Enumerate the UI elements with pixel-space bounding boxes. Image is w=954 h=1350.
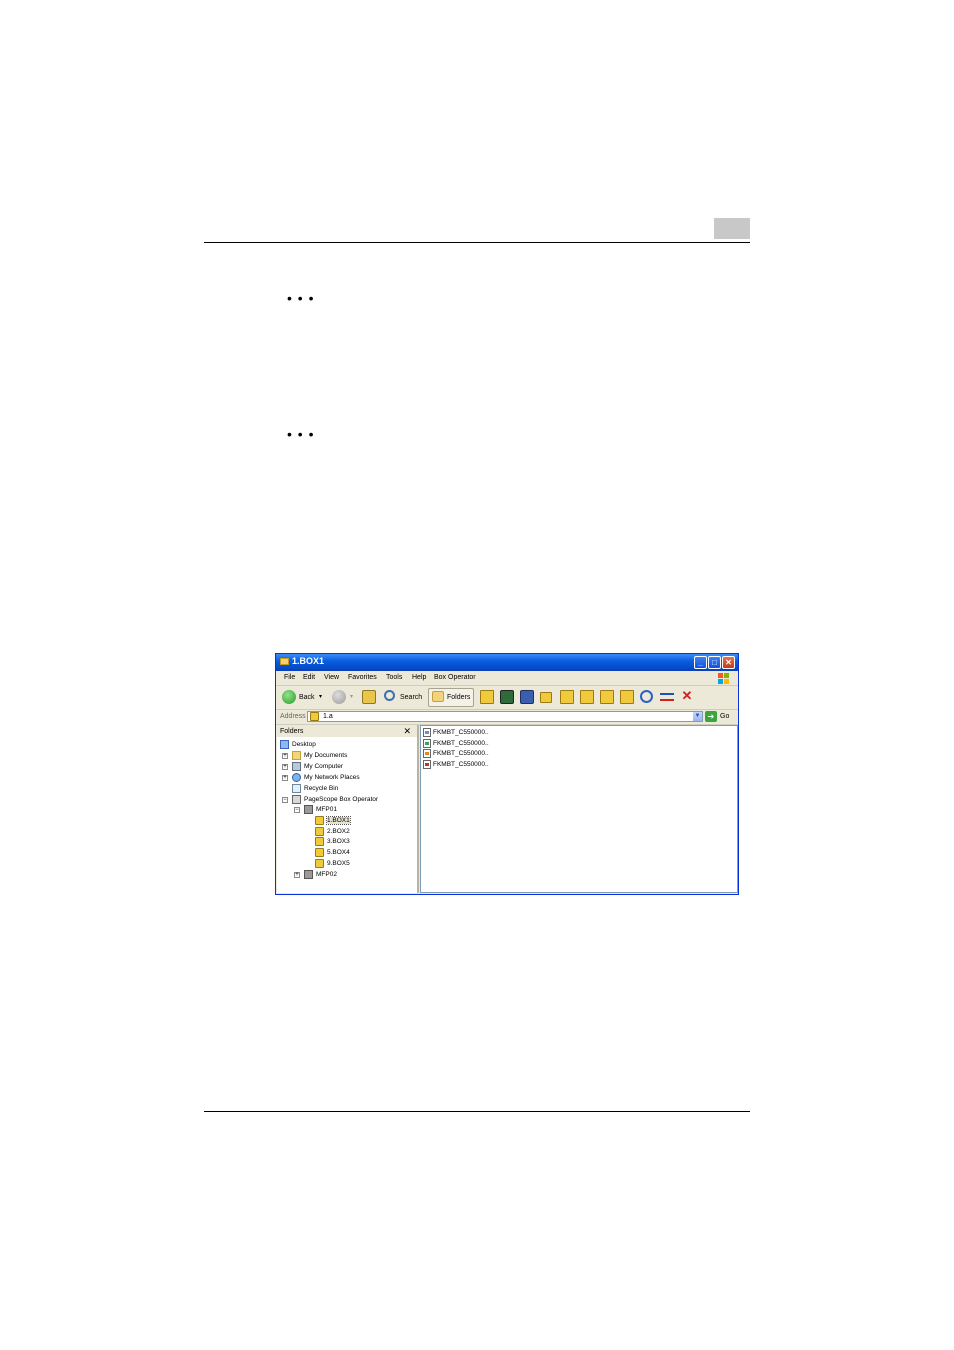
file-name: FKMBT_C550000.. bbox=[433, 729, 489, 736]
folders-pane-title: Folders bbox=[280, 728, 304, 735]
windows-logo-icon bbox=[718, 673, 730, 684]
minimize-button[interactable]: _ bbox=[694, 656, 707, 669]
tree-item-label: 1.BOX1 bbox=[326, 816, 351, 825]
mfp-icon bbox=[304, 805, 313, 814]
tree-item-label: 9.BOX5 bbox=[327, 860, 350, 867]
menu-tools[interactable]: Tools bbox=[386, 674, 402, 681]
document-icon bbox=[423, 749, 431, 758]
box-move-icon[interactable] bbox=[620, 690, 634, 704]
back-button-label[interactable]: Back bbox=[299, 694, 315, 701]
box-import-icon[interactable] bbox=[560, 690, 574, 704]
forward-dropdown-icon[interactable]: ▾ bbox=[350, 693, 353, 700]
menu-favorites[interactable]: Favorites bbox=[348, 674, 377, 681]
app-icon bbox=[292, 795, 301, 804]
expand-icon[interactable]: + bbox=[294, 872, 300, 878]
file-list-pane: FKMBT_C550000.. FKMBT_C550000.. FKMBT_C5… bbox=[420, 725, 738, 893]
chapter-tab bbox=[714, 218, 750, 239]
address-value: 1.a bbox=[323, 713, 333, 720]
box-icon[interactable] bbox=[480, 690, 494, 704]
tree-item-label: My Network Places bbox=[304, 774, 360, 781]
menu-edit[interactable]: Edit bbox=[303, 674, 315, 681]
search-button-label[interactable]: Search bbox=[400, 694, 422, 701]
file-name: FKMBT_C550000.. bbox=[433, 750, 489, 757]
box-icon bbox=[315, 859, 324, 868]
box-icon bbox=[310, 712, 319, 721]
go-arrow-icon[interactable]: ➔ bbox=[705, 711, 717, 722]
tree-item-label: Desktop bbox=[292, 741, 316, 748]
tree-item-label: MFP01 bbox=[316, 806, 337, 813]
delete-icon[interactable]: ✕ bbox=[680, 689, 694, 703]
back-dropdown-icon[interactable]: ▾ bbox=[319, 693, 322, 700]
recycle-bin-icon bbox=[292, 784, 301, 793]
toolbar: Back ▾ ▾ Search Folders ✕ bbox=[276, 686, 738, 710]
close-icon[interactable]: ✕ bbox=[403, 726, 411, 737]
address-dropdown-icon[interactable]: ▼ bbox=[693, 712, 702, 721]
save-icon[interactable] bbox=[520, 690, 534, 704]
box-icon bbox=[315, 827, 324, 836]
step-marker-2: • • • bbox=[287, 426, 315, 442]
search-icon[interactable] bbox=[384, 690, 395, 701]
window-title: 1.BOX1 bbox=[292, 656, 325, 666]
forward-arrow-icon[interactable] bbox=[332, 690, 346, 704]
mfp-icon bbox=[304, 870, 313, 879]
address-field[interactable]: 1.a ▼ bbox=[307, 711, 703, 722]
folders-button[interactable]: Folders bbox=[428, 688, 474, 707]
tree-item-label: Recycle Bin bbox=[304, 785, 339, 792]
folders-button-label: Folders bbox=[447, 694, 471, 701]
title-bar[interactable]: 1.BOX1 _ □ ✕ bbox=[276, 654, 738, 671]
collapse-icon[interactable]: − bbox=[282, 797, 288, 803]
maximize-button[interactable]: □ bbox=[708, 656, 721, 669]
image-file-icon bbox=[423, 739, 431, 748]
close-button[interactable]: ✕ bbox=[722, 656, 735, 669]
transfer-arrows-icon[interactable] bbox=[660, 690, 674, 704]
computer-icon bbox=[292, 762, 301, 771]
tree-item-label: My Computer bbox=[304, 763, 344, 770]
step-marker-1: • • • bbox=[287, 290, 315, 306]
box-export-icon[interactable] bbox=[580, 690, 594, 704]
collapse-icon[interactable]: − bbox=[294, 807, 300, 813]
address-bar: Address 1.a ▼ ➔ Go bbox=[276, 710, 738, 725]
refresh-icon[interactable] bbox=[640, 690, 653, 703]
preview-icon[interactable] bbox=[500, 690, 514, 704]
tree-item-label: My Documents bbox=[304, 752, 348, 759]
menu-file[interactable]: File bbox=[284, 674, 295, 681]
pdf-file-icon bbox=[423, 760, 431, 769]
menu-view[interactable]: View bbox=[324, 674, 339, 681]
box-icon bbox=[315, 837, 324, 846]
folders-pane-header: Folders ✕ bbox=[277, 725, 417, 737]
file-name: FKMBT_C550000.. bbox=[433, 761, 489, 768]
desktop-icon bbox=[280, 740, 289, 749]
menu-bar: File Edit View Favorites Tools Help Box … bbox=[276, 672, 738, 686]
expand-icon[interactable]: + bbox=[282, 775, 288, 781]
expand-icon[interactable]: + bbox=[282, 753, 288, 759]
box-icon bbox=[315, 816, 324, 825]
box-icon bbox=[315, 848, 324, 857]
box-settings-icon[interactable] bbox=[540, 692, 552, 703]
folder-icon bbox=[432, 691, 444, 702]
tree-item-label: 3.BOX3 bbox=[327, 838, 350, 845]
back-arrow-icon[interactable] bbox=[282, 690, 296, 704]
folder-icon bbox=[292, 751, 301, 760]
footer-rule bbox=[204, 1111, 750, 1112]
folders-pane: Folders ✕ Desktop + My Documents + My Co… bbox=[277, 725, 419, 893]
document-icon bbox=[423, 728, 431, 737]
network-icon bbox=[292, 773, 301, 782]
up-folder-icon[interactable] bbox=[362, 690, 376, 704]
folder-icon bbox=[280, 658, 289, 665]
menu-help[interactable]: Help bbox=[412, 674, 426, 681]
box-copy-icon[interactable] bbox=[600, 690, 614, 704]
file-name: FKMBT_C550000.. bbox=[433, 740, 489, 747]
menu-box-operator[interactable]: Box Operator bbox=[434, 674, 476, 681]
address-label: Address bbox=[280, 713, 306, 720]
tree-item-label: 2.BOX2 bbox=[327, 828, 350, 835]
tree-item-label: PageScope Box Operator bbox=[304, 796, 379, 803]
header-rule bbox=[204, 242, 750, 243]
explorer-window: 1.BOX1 _ □ ✕ File Edit View Favorites To… bbox=[275, 653, 739, 895]
go-button-label[interactable]: Go bbox=[720, 713, 729, 720]
expand-icon[interactable]: + bbox=[282, 764, 288, 770]
tree-item-label: MFP02 bbox=[316, 871, 337, 878]
tree-item-label: 5.BOX4 bbox=[327, 849, 350, 856]
